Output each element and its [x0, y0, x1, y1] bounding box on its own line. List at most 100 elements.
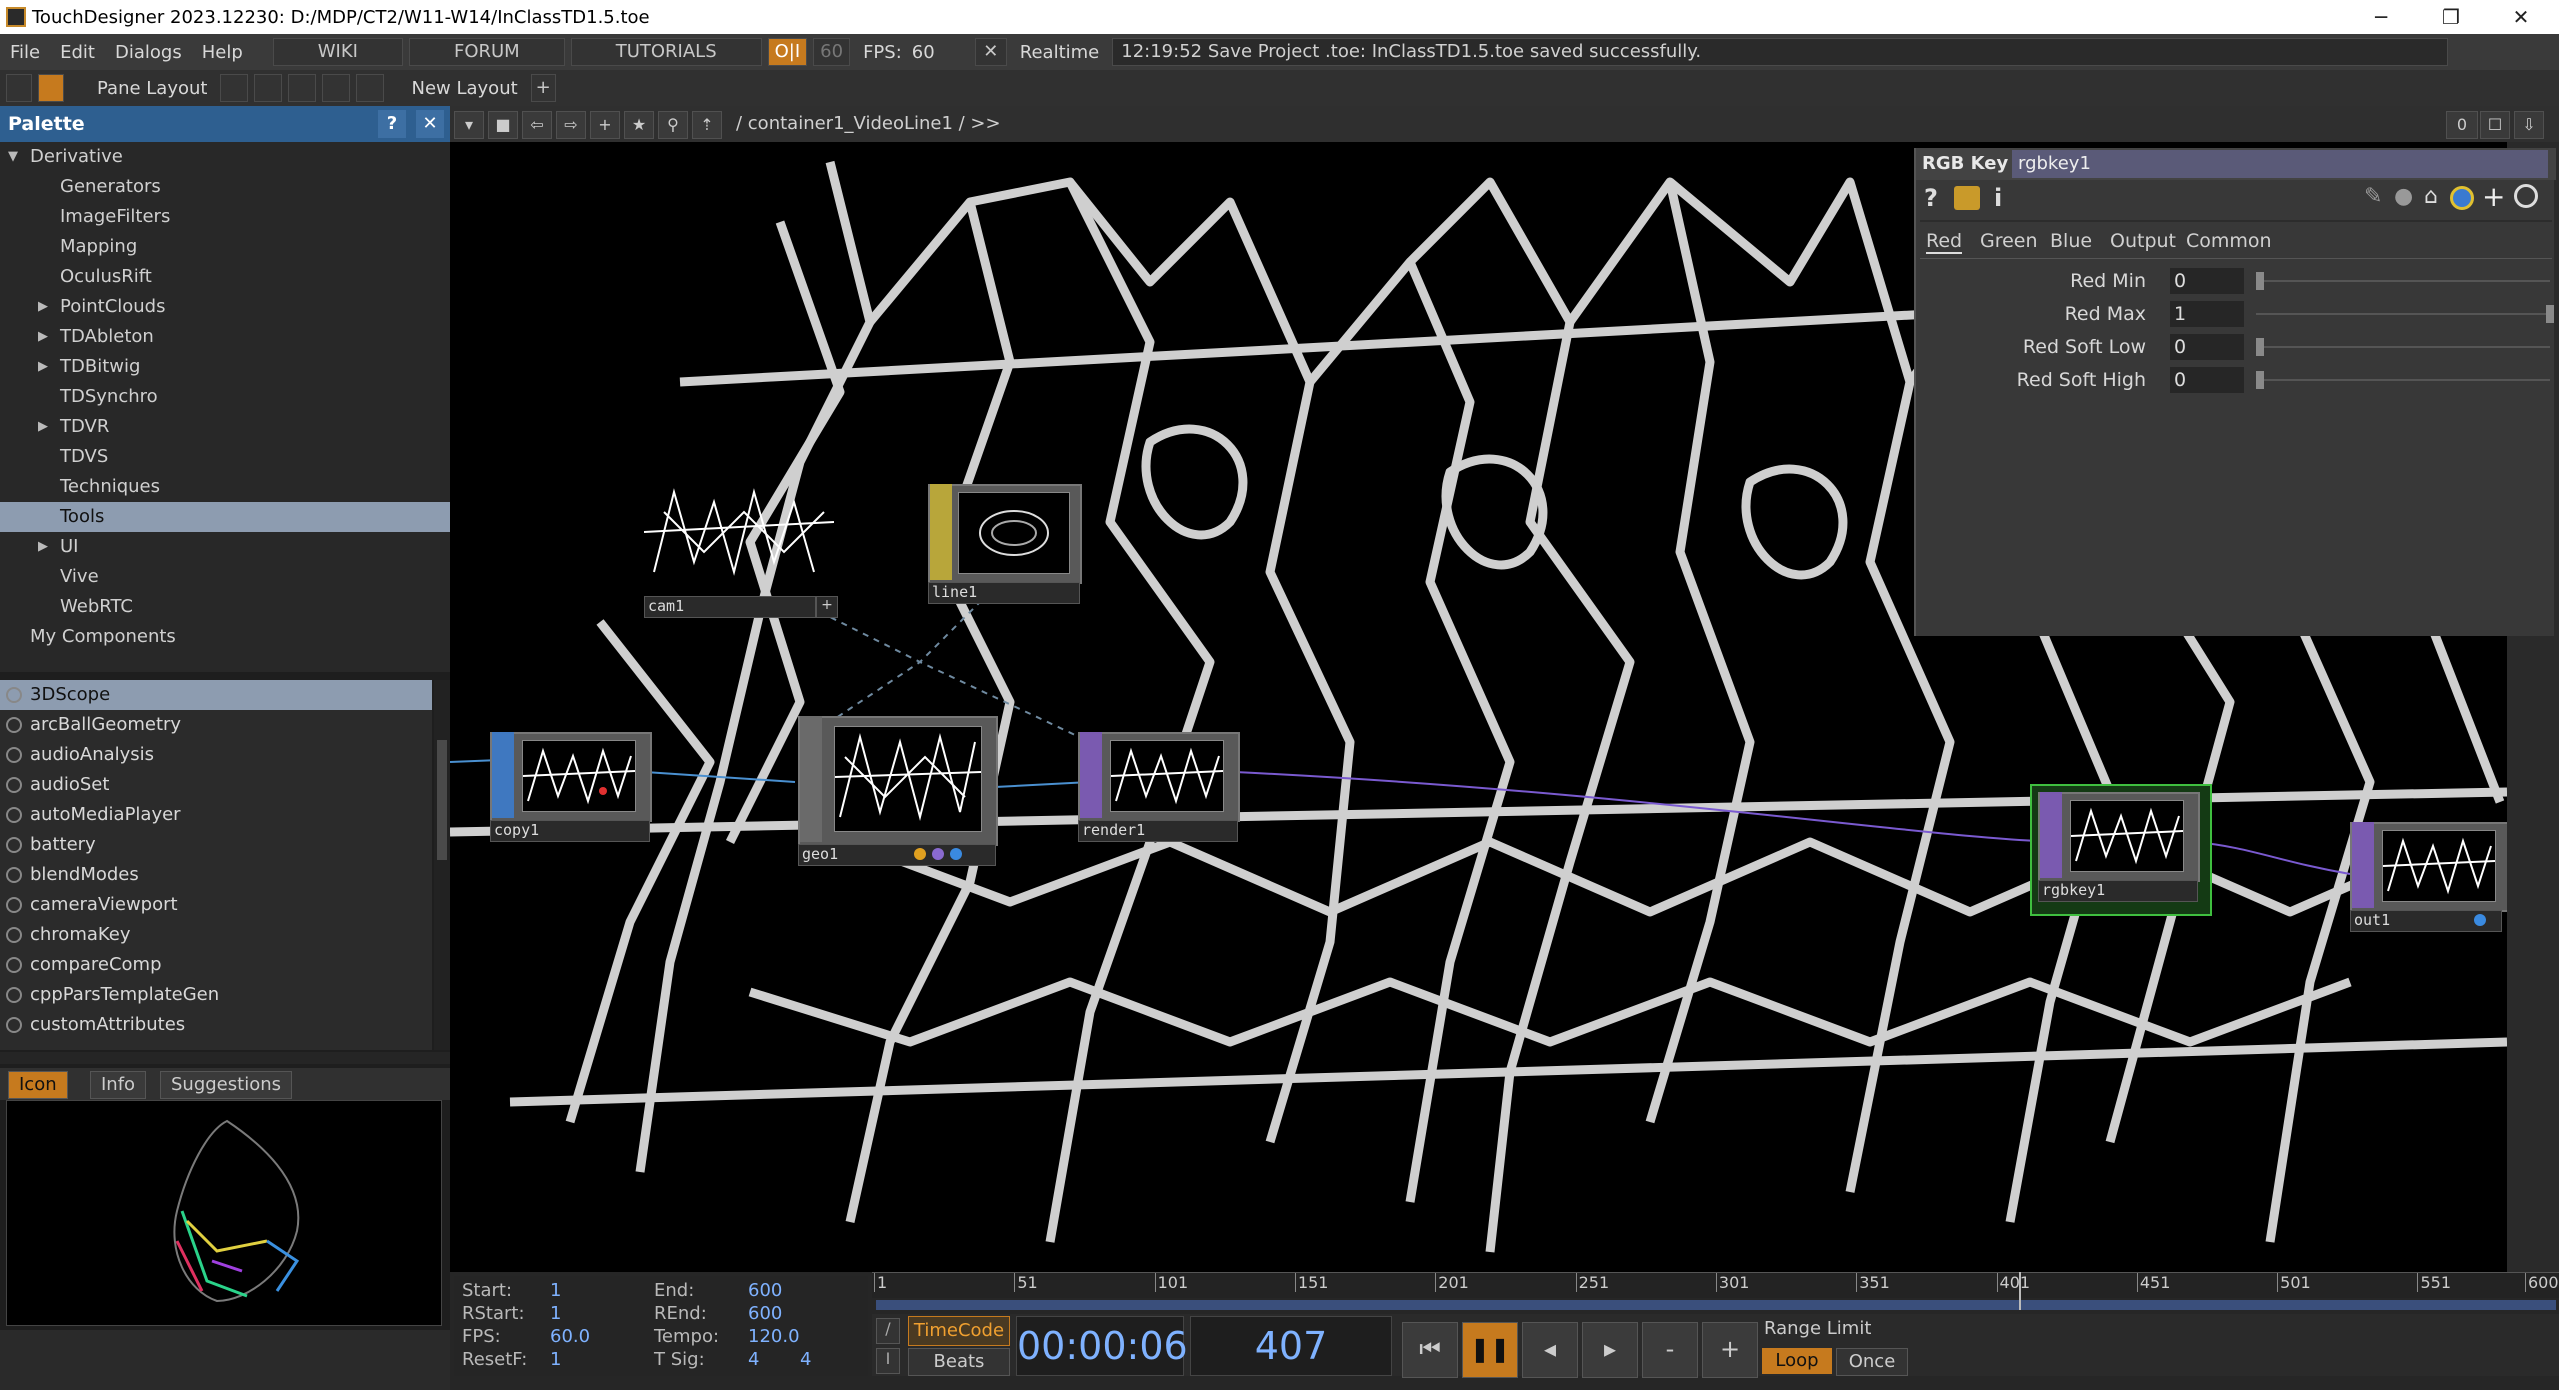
param-slider-track[interactable] — [2256, 313, 2550, 315]
palette-tree-item[interactable]: My Components — [0, 622, 450, 652]
palette-list-item[interactable]: cppParsTemplateGen — [0, 980, 432, 1010]
maximize-pane-icon[interactable]: ☐ — [2480, 111, 2510, 139]
search-icon[interactable]: ⚲ — [658, 111, 688, 139]
palette-list-item[interactable]: arcBallGeometry — [0, 710, 432, 740]
once-button[interactable]: Once — [1836, 1348, 1908, 1376]
palette-tree-item[interactable]: Mapping — [0, 232, 450, 262]
network-path[interactable]: / container1_VideoLine1 / >> — [736, 113, 1001, 134]
palette-list-item[interactable]: customAttributes — [0, 1010, 432, 1040]
minimize-button[interactable]: ─ — [2350, 0, 2412, 34]
python-help-icon[interactable] — [1954, 186, 1980, 210]
forward-icon[interactable]: ⇨ — [556, 111, 586, 139]
faster-button[interactable]: + — [1702, 1322, 1758, 1378]
param-value-field[interactable]: 0 — [2170, 367, 2244, 393]
param-value-field[interactable]: 0 — [2170, 268, 2244, 294]
pane-menu-icon[interactable]: ▾ — [454, 111, 484, 139]
start-value[interactable]: 1 — [550, 1280, 561, 1301]
param-slider-handle[interactable] — [2256, 371, 2264, 389]
home-icon[interactable]: + — [590, 111, 620, 139]
tempo-value[interactable]: 120.0 — [748, 1326, 800, 1347]
palette-tree-item[interactable]: ▶ TDVR — [0, 412, 450, 442]
palette-tree-item[interactable]: WebRTC — [0, 592, 450, 622]
timeline-range-bar[interactable] — [876, 1300, 2556, 1310]
palette-list-item[interactable]: audioAnalysis — [0, 740, 432, 770]
edit-icon[interactable]: ✎ — [2364, 184, 2382, 209]
palette-list-item[interactable]: compareComp — [0, 950, 432, 980]
tab-icon[interactable]: Icon — [8, 1071, 68, 1099]
tab-suggestions[interactable]: Suggestions — [160, 1071, 292, 1099]
expand-arrow-icon[interactable]: ▶ — [38, 412, 48, 442]
layout-single-button[interactable] — [220, 74, 249, 102]
palette-tree-item[interactable]: ImageFilters — [0, 202, 450, 232]
param-slider-track[interactable] — [2256, 379, 2550, 381]
slash-icon[interactable]: / — [876, 1318, 900, 1344]
beats-mode-button[interactable]: Beats — [908, 1348, 1010, 1376]
palette-h-scrollbar[interactable] — [0, 1052, 450, 1064]
param-value-field[interactable]: 1 — [2170, 301, 2244, 327]
menu-help[interactable]: Help — [192, 42, 253, 63]
layout-split-v-button[interactable] — [254, 74, 283, 102]
stop-icon[interactable]: ■ — [488, 111, 518, 139]
param-slider-handle[interactable] — [2546, 305, 2554, 323]
param-slider-handle[interactable] — [2256, 272, 2264, 290]
expand-arrow-icon[interactable]: ▶ — [38, 322, 48, 352]
realtime-checkbox[interactable]: ✕ — [974, 38, 1007, 66]
palette-tree-item[interactable]: ▼ Derivative — [0, 142, 450, 172]
slower-button[interactable]: - — [1642, 1322, 1698, 1378]
palette-tree-item[interactable]: ▶ TDBitwig — [0, 352, 450, 382]
python-icon[interactable] — [2450, 186, 2474, 210]
layout-four-button[interactable] — [356, 74, 385, 102]
expand-arrow-icon[interactable]: ▶ — [38, 532, 48, 562]
copy1-label[interactable]: copy1 — [494, 821, 539, 839]
timecode-mode-button[interactable]: TimeCode — [908, 1316, 1010, 1346]
param-tab-red[interactable]: Red — [1926, 230, 1963, 254]
layout-icon[interactable] — [6, 74, 32, 102]
palette-list-item[interactable]: chromaKey — [0, 920, 432, 950]
param-value-field[interactable]: 0 — [2170, 334, 2244, 360]
param-slider-track[interactable] — [2256, 346, 2550, 348]
palette-tree-item[interactable]: ▶ UI — [0, 532, 450, 562]
timecode-display[interactable]: 00:00:06:46 — [1016, 1316, 1249, 1376]
layout-split-h-button[interactable] — [288, 74, 317, 102]
palette-list-item[interactable]: blendModes — [0, 860, 432, 890]
cam1-add-icon[interactable]: + — [816, 596, 838, 618]
tsig-denominator[interactable]: 4 — [800, 1349, 811, 1370]
rgbkey1-label[interactable]: rgbkey1 — [2042, 881, 2105, 899]
palette-list-item[interactable]: autoMediaPlayer — [0, 800, 432, 830]
param-tab-common[interactable]: Common — [2186, 230, 2272, 252]
step-forward-button[interactable]: ▸ — [1582, 1322, 1638, 1378]
back-icon[interactable]: ⇦ — [522, 111, 552, 139]
geo1-display-flag-icon[interactable] — [932, 848, 944, 860]
palette-tree-item[interactable]: ▶ TDAbleton — [0, 322, 450, 352]
menu-dialogs[interactable]: Dialogs — [105, 42, 192, 63]
menu-edit[interactable]: Edit — [50, 42, 105, 63]
restore-button[interactable]: ❐ — [2420, 0, 2482, 34]
close-window-button[interactable]: ✕ — [2490, 0, 2552, 34]
palette-list-scrollbar[interactable] — [434, 680, 450, 1050]
frame-display[interactable]: 407 — [1190, 1316, 1392, 1376]
palette-tree-item[interactable]: Vive — [0, 562, 450, 592]
rend-value[interactable]: 600 — [748, 1303, 782, 1324]
tag-icon[interactable]: ⌂ — [2424, 184, 2438, 209]
tutorials-button[interactable]: TUTORIALS — [570, 38, 762, 66]
fps-setting-value[interactable]: 60.0 — [550, 1326, 590, 1347]
palette-tree-item[interactable]: Generators — [0, 172, 450, 202]
geo1-render-flag-icon[interactable] — [914, 848, 926, 860]
cursor-icon[interactable]: I — [876, 1348, 900, 1374]
loop-button[interactable]: Loop — [1762, 1348, 1832, 1374]
resetf-value[interactable]: 1 — [550, 1349, 561, 1370]
geo1-label[interactable]: geo1 — [802, 845, 838, 863]
add-param-icon[interactable]: + — [2482, 180, 2505, 213]
menu-file[interactable]: File — [0, 42, 50, 63]
pane-down-icon[interactable]: ⇩ — [2514, 111, 2544, 139]
collapse-arrow-icon[interactable]: ▼ — [8, 142, 18, 172]
palette-tree-item[interactable]: ▶ PointClouds — [0, 292, 450, 322]
rewind-button[interactable]: ⏮ — [1402, 1322, 1458, 1378]
palette-tree-item[interactable]: OculusRift — [0, 262, 450, 292]
info-icon[interactable]: i — [1994, 184, 2002, 212]
perform-mode-toggle[interactable]: O|I — [767, 38, 808, 66]
pause-button[interactable]: ❚❚ — [1462, 1322, 1518, 1378]
target-icon[interactable] — [2514, 184, 2538, 208]
geo1-bypass-flag-icon[interactable] — [950, 848, 962, 860]
end-value[interactable]: 600 — [748, 1280, 782, 1301]
